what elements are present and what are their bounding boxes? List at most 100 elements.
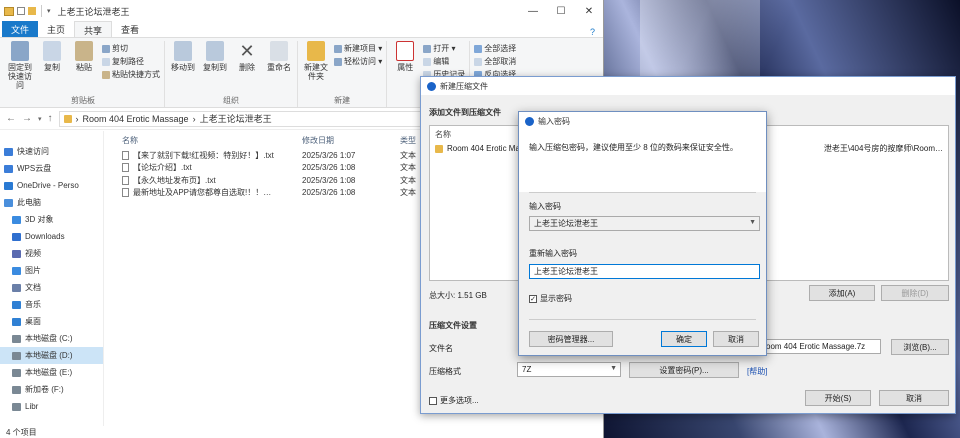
clipboard-small-buttons: 剪切 复制路径 粘贴快捷方式 <box>102 41 160 93</box>
move-to-button[interactable]: 移动到 <box>169 41 197 93</box>
tab-file[interactable]: 文件 <box>2 21 39 37</box>
easy-access-button[interactable]: 轻松访问 ▾ <box>334 56 382 67</box>
desktop-icon <box>12 317 21 326</box>
password-manager-button[interactable]: 密码管理器... <box>529 331 613 347</box>
breadcrumb-separator: › <box>75 113 79 124</box>
sidebar-item-label: 桌面 <box>25 317 41 326</box>
minimize-button[interactable]: — <box>519 0 547 22</box>
open-button[interactable]: 打开 ▾ <box>423 43 465 54</box>
add-button[interactable]: 添加(A) <box>809 285 875 301</box>
select-all-button[interactable]: 全部选择 <box>474 43 516 54</box>
column-date[interactable]: 修改日期 <box>302 135 400 146</box>
status-bar-count: 4 个项目 <box>6 428 37 437</box>
ok-button[interactable]: 确定 <box>661 331 707 347</box>
file-date: 2025/3/26 1:08 <box>302 188 356 198</box>
breadcrumb-root[interactable]: Room 404 Erotic Massage <box>83 114 189 124</box>
document-icon <box>12 283 21 292</box>
sidebar-item[interactable]: 本地磁盘 (E:) <box>0 364 103 381</box>
add-files-section-title: 添加文件到压缩文件 <box>429 108 501 117</box>
show-password-checkbox[interactable]: ✓ 显示密码 <box>529 293 572 304</box>
select-none-label: 全部取消 <box>484 57 517 66</box>
help-link[interactable]: [帮助] <box>747 366 767 377</box>
close-button[interactable]: ✕ <box>575 0 603 22</box>
more-options-checkbox[interactable]: 更多选项... <box>429 395 479 406</box>
sidebar-item[interactable]: 快速访问 <box>0 143 103 160</box>
checkbox-icon[interactable] <box>17 7 25 15</box>
sidebar-item[interactable]: 桌面 <box>0 313 103 330</box>
picture-icon <box>12 266 21 275</box>
sidebar-item[interactable]: 文档 <box>0 279 103 296</box>
select-all-icon <box>474 44 483 53</box>
sidebar-item[interactable]: 图片 <box>0 262 103 279</box>
copy-button[interactable]: 复制 <box>38 41 66 93</box>
sidebar-item[interactable]: 新加卷 (F:) <box>0 381 103 398</box>
sidebar-item[interactable]: WPS云盘 <box>0 160 103 177</box>
cut-button[interactable]: 剪切 <box>102 43 160 54</box>
delete-button[interactable]: 删除(D) <box>881 285 949 301</box>
properties-button[interactable]: 属性 <box>391 41 419 93</box>
format-select[interactable]: 7Z ▼ <box>517 362 621 377</box>
new-item-button[interactable]: 新建项目 ▾ <box>334 43 382 54</box>
maximize-button[interactable]: ☐ <box>547 0 575 22</box>
password-value: 上老王论坛泄老王 <box>534 219 598 228</box>
sidebar-item[interactable]: Libr <box>0 398 103 415</box>
delete-icon: ✕ <box>239 41 255 61</box>
forward-arrow-icon[interactable]: → <box>22 113 32 124</box>
sidebar-item-label: Libr <box>25 402 39 411</box>
back-arrow-icon[interactable]: ← <box>6 113 16 124</box>
group-label-organize: 组织 <box>223 96 239 105</box>
sidebar-item[interactable]: 此电脑 <box>0 194 103 211</box>
column-name[interactable]: 名称 <box>122 135 302 146</box>
file-name: 【来了就别下载!红视频：特别好！】.txt <box>133 150 274 160</box>
tab-share[interactable]: 共享 <box>74 21 113 37</box>
edit-button[interactable]: 编辑 <box>423 56 465 67</box>
ribbon-tabs: 文件 主页 共享 查看 ? <box>0 21 603 38</box>
start-button[interactable]: 开始(S) <box>805 390 871 406</box>
help-icon[interactable]: ? <box>590 27 595 37</box>
sidebar-item-label: 本地磁盘 (E:) <box>25 368 73 377</box>
delete-button[interactable]: ✕ 删除 <box>233 41 261 93</box>
up-arrow-icon[interactable]: ↑ <box>48 113 53 124</box>
sidebar-item[interactable]: 本地磁盘 (D:) <box>0 347 103 364</box>
easy-access-icon <box>334 57 342 66</box>
copy-to-icon <box>206 41 224 61</box>
rename-button[interactable]: 重命名 <box>265 41 293 93</box>
text-file-icon <box>122 175 129 185</box>
new-folder-icon[interactable] <box>28 7 36 15</box>
browse-button[interactable]: 浏览(B)... <box>891 339 949 355</box>
copy-to-button[interactable]: 复制到 <box>201 41 229 93</box>
drive-icon <box>12 351 21 360</box>
file-date: 2025/3/26 1:07 <box>302 150 356 160</box>
sidebar-item[interactable]: 3D 对象 <box>0 211 103 228</box>
sidebar-item[interactable]: 视频 <box>0 245 103 262</box>
new-folder-button[interactable]: 新建文件夹 <box>302 41 330 93</box>
breadcrumb-leaf[interactable]: 上老王论坛泄老王 <box>200 112 272 125</box>
sidebar-item[interactable]: 音乐 <box>0 296 103 313</box>
sidebar-item[interactable]: 本地磁盘 (C:) <box>0 330 103 347</box>
pin-quick-access-button[interactable]: 固定到快速访问 <box>6 41 34 93</box>
confirm-password-input[interactable]: 上老王论坛泄老王 <box>529 264 760 279</box>
quick-access-dropdown-icon[interactable]: ▾ <box>47 7 51 15</box>
cancel-button[interactable]: 取消 <box>879 390 949 406</box>
paste-shortcut-button[interactable]: 粘贴快捷方式 <box>102 69 160 80</box>
sidebar-item[interactable]: Downloads <box>0 228 103 245</box>
select-none-button[interactable]: 全部取消 <box>474 56 516 67</box>
password-input[interactable]: 上老王论坛泄老王 ▼ <box>529 216 760 231</box>
recent-dropdown-icon[interactable]: ▾ <box>38 115 42 123</box>
chevron-down-icon[interactable]: ▼ <box>749 219 756 226</box>
checkbox-icon <box>429 396 437 405</box>
edit-icon <box>423 57 432 66</box>
sidebar-item[interactable]: OneDrive - Perso <box>0 177 103 194</box>
password-cancel-button[interactable]: 取消 <box>713 331 759 347</box>
chevron-down-icon: ▼ <box>610 365 617 372</box>
copy-path-button[interactable]: 复制路径 <box>102 56 160 67</box>
sidebar-item-label: Downloads <box>25 232 65 241</box>
tab-view[interactable]: 查看 <box>112 21 148 37</box>
paste-button[interactable]: 粘贴 <box>70 41 98 93</box>
set-password-button[interactable]: 设置密码(P)... <box>629 362 739 378</box>
copy-path-icon <box>102 57 110 66</box>
tab-home[interactable]: 主页 <box>38 21 74 37</box>
properties-icon <box>396 41 415 61</box>
filename-input[interactable]: oom 404 Erotic Massage.7z <box>761 339 881 354</box>
copy-path-label: 复制路径 <box>112 57 144 66</box>
